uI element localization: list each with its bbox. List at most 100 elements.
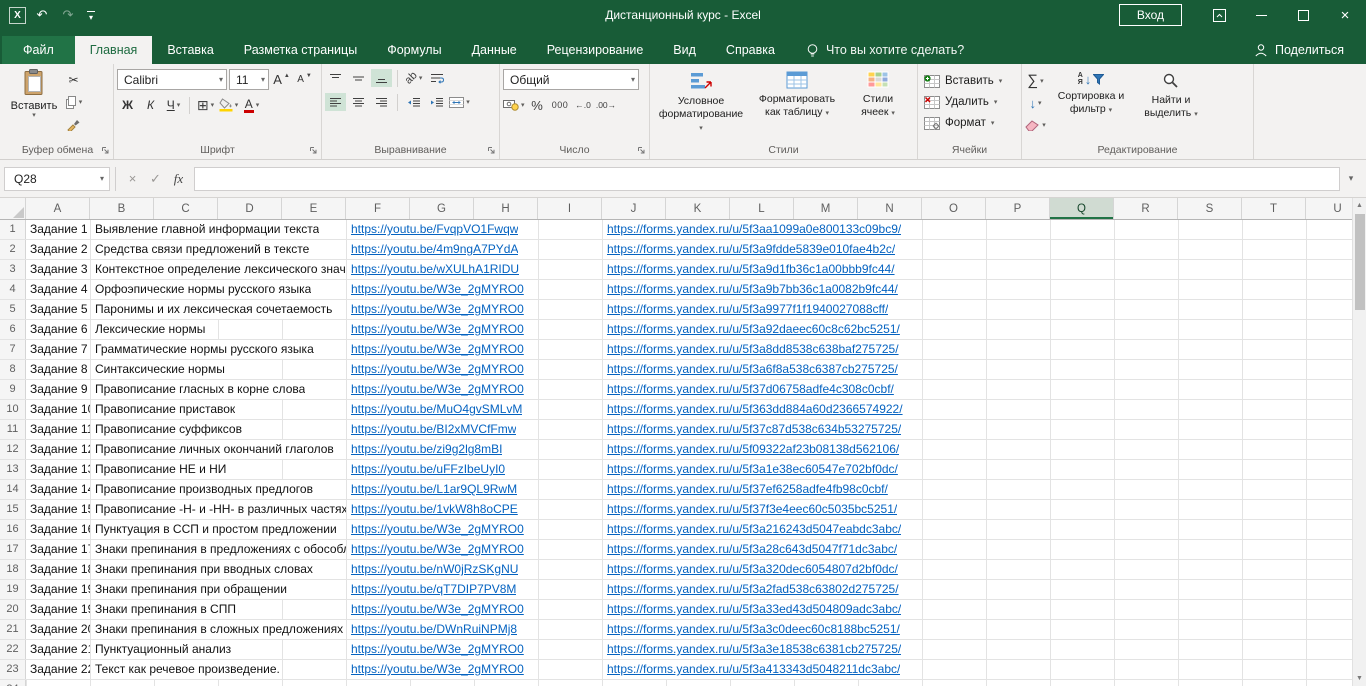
cell-topic[interactable]: Контекстное определение лексического зна…	[90, 260, 346, 279]
cell-task[interactable]: Задание 10	[26, 400, 90, 419]
cut-button[interactable]: ✂	[63, 71, 84, 89]
comma-style-button[interactable]: 000	[550, 96, 571, 114]
tab-home[interactable]: Главная	[74, 36, 153, 64]
cell-task[interactable]: Задание 19	[26, 580, 90, 599]
format-cells-button[interactable]: Формат ▾	[924, 114, 1015, 132]
cell-form-link[interactable]: https://forms.yandex.ru/u/5f3a9b7bb36c1a…	[602, 280, 898, 299]
row-header-14[interactable]: 14	[0, 480, 26, 499]
decrease-indent-button[interactable]	[403, 93, 424, 111]
cell-task[interactable]: Задание 12	[26, 440, 90, 459]
cell-video-link[interactable]: https://youtu.be/W3e_2gMYRO0	[346, 360, 524, 379]
column-header-N[interactable]: N	[858, 198, 922, 219]
cell-topic[interactable]: Знаки препинания в предложениях с обособ…	[90, 540, 346, 559]
insert-cells-button[interactable]: Вставить ▾	[924, 72, 1015, 90]
cell-form-link[interactable]: https://forms.yandex.ru/u/5f3a8dd8538c63…	[602, 340, 899, 359]
cell-form-link[interactable]: https://forms.yandex.ru/u/5f37c87d538c63…	[602, 420, 902, 439]
cell-topic[interactable]: Правописание приставок	[90, 400, 236, 419]
column-header-B[interactable]: B	[90, 198, 154, 219]
font-name-select[interactable]: Calibri ▾	[117, 69, 227, 90]
row-header-23[interactable]: 23	[0, 660, 26, 679]
cell-topic[interactable]: Орфоэпические нормы русского языка	[90, 280, 312, 299]
cell-task[interactable]: Задание 16	[26, 520, 90, 539]
number-format-select[interactable]: Общий ▾	[503, 69, 639, 90]
tab-view[interactable]: Вид	[658, 36, 711, 64]
cell-video-link[interactable]: https://youtu.be/W3e_2gMYRO0	[346, 660, 524, 679]
cell-task[interactable]: Задание 5	[26, 300, 88, 319]
cell-task[interactable]: Задание 19	[26, 600, 90, 619]
formula-input[interactable]	[194, 166, 1340, 191]
undo-button[interactable]: ↶	[32, 7, 52, 23]
column-header-T[interactable]: T	[1242, 198, 1306, 219]
column-header-H[interactable]: H	[474, 198, 538, 219]
row-header-20[interactable]: 20	[0, 600, 26, 619]
increase-font-size-button[interactable]: А ▲	[271, 71, 292, 89]
wrap-text-button[interactable]	[426, 69, 447, 87]
cell-task[interactable]: Задание 2	[26, 240, 88, 259]
cell-topic[interactable]: Текст как речевое произведение.	[90, 660, 280, 679]
percent-style-button[interactable]: %	[527, 96, 548, 114]
cell-topic[interactable]: Знаки препинания в СПП	[90, 600, 236, 619]
column-header-S[interactable]: S	[1178, 198, 1242, 219]
cell-form-link[interactable]: https://forms.yandex.ru/u/5f3a9fdde5839e…	[602, 240, 896, 259]
row-header-17[interactable]: 17	[0, 540, 26, 559]
cell-task[interactable]: Задание 14	[26, 480, 90, 499]
merge-center-button[interactable]: ▾	[449, 93, 470, 111]
cell-topic[interactable]: Знаки препинания при обращении	[90, 580, 287, 599]
clear-button[interactable]: ▾	[1025, 116, 1046, 134]
copy-button[interactable]: ▾	[63, 93, 84, 111]
sort-filter-button[interactable]: А Я ↓ Сортировка и фильтр ▾	[1050, 68, 1132, 134]
cell-video-link[interactable]: https://youtu.be/FvqpVO1Fwqw	[346, 220, 519, 239]
sign-in-button[interactable]: Вход	[1118, 4, 1182, 26]
cell-video-link[interactable]: https://youtu.be/nW0jRzSKgNU	[346, 560, 519, 579]
cell-video-link[interactable]: https://youtu.be/W3e_2gMYRO0	[346, 320, 524, 339]
cell-styles-button[interactable]: Стили ячеек ▾	[845, 67, 911, 142]
cell-video-link[interactable]: https://youtu.be/qT7DIP7PV8M	[346, 580, 517, 599]
name-box-dropdown-icon[interactable]: ▾	[100, 174, 104, 183]
column-header-O[interactable]: O	[922, 198, 986, 219]
minimize-button[interactable]	[1240, 0, 1282, 30]
cell-task[interactable]: Задание 21	[26, 640, 90, 659]
enter-button[interactable]: ✓	[144, 171, 167, 187]
format-as-table-button[interactable]: Форматировать как таблицу ▾	[749, 67, 845, 142]
row-header-5[interactable]: 5	[0, 300, 26, 319]
cell-topic[interactable]: Правописание личных окончаний глаголов	[90, 440, 334, 459]
column-header-G[interactable]: G	[410, 198, 474, 219]
insert-function-button[interactable]: fx	[167, 171, 190, 187]
cell-video-link[interactable]: https://youtu.be/W3e_2gMYRO0	[346, 280, 524, 299]
cell-topic[interactable]: Лексические нормы	[90, 320, 206, 339]
row-header-11[interactable]: 11	[0, 420, 26, 439]
cell-video-link[interactable]: https://youtu.be/zi9g2lg8mBI	[346, 440, 503, 459]
cell-task[interactable]: Задание 22	[26, 660, 90, 679]
cell-task[interactable]: Задание 7	[26, 340, 88, 359]
cell-video-link[interactable]: https://youtu.be/W3e_2gMYRO0	[346, 640, 524, 659]
number-dialog-launcher[interactable]	[637, 146, 646, 155]
cell-topic[interactable]: Правописание НЕ и НИ	[90, 460, 227, 479]
cell-video-link[interactable]: https://youtu.be/MuO4gvSMLvM	[346, 400, 523, 419]
row-header-4[interactable]: 4	[0, 280, 26, 299]
row-header-7[interactable]: 7	[0, 340, 26, 359]
increase-decimal-button[interactable]: ←.0	[573, 96, 594, 114]
bold-button[interactable]: Ж	[117, 96, 138, 114]
cell-video-link[interactable]: https://youtu.be/uFFzIbeUyI0	[346, 460, 506, 479]
cell-topic[interactable]: Пунктуационный анализ	[90, 640, 232, 659]
column-header-P[interactable]: P	[986, 198, 1050, 219]
redo-button[interactable]: ↷	[58, 7, 78, 23]
cell-topic[interactable]: Выявление главной информации текста	[90, 220, 320, 239]
scroll-down-icon[interactable]: ▼	[1356, 671, 1363, 686]
increase-indent-button[interactable]	[426, 93, 447, 111]
cell-video-link[interactable]: https://youtu.be/W3e_2gMYRO0	[346, 600, 524, 619]
cell-topic[interactable]: Синтаксические нормы	[90, 360, 225, 379]
tab-review[interactable]: Рецензирование	[532, 36, 659, 64]
cell-video-link[interactable]: https://youtu.be/4m9ngA7PYdA	[346, 240, 519, 259]
ribbon-display-options-button[interactable]	[1198, 0, 1240, 30]
cell-form-link[interactable]: https://forms.yandex.ru/u/5f09322af23b08…	[602, 440, 900, 459]
row-header-3[interactable]: 3	[0, 260, 26, 279]
cell-topic[interactable]: Правописание -Н- и -НН- в различных част…	[90, 500, 346, 519]
cell-topic[interactable]: Правописание суффиксов	[90, 420, 242, 439]
cell-task[interactable]: Задание 1	[26, 220, 88, 239]
column-header-F[interactable]: F	[346, 198, 410, 219]
cell-topic[interactable]: Грамматические нормы русского языка	[90, 340, 314, 359]
format-painter-button[interactable]	[63, 115, 84, 133]
column-header-J[interactable]: J	[602, 198, 666, 219]
cell-topic[interactable]: Пунктуация в ССП и простом предложении	[90, 520, 337, 539]
